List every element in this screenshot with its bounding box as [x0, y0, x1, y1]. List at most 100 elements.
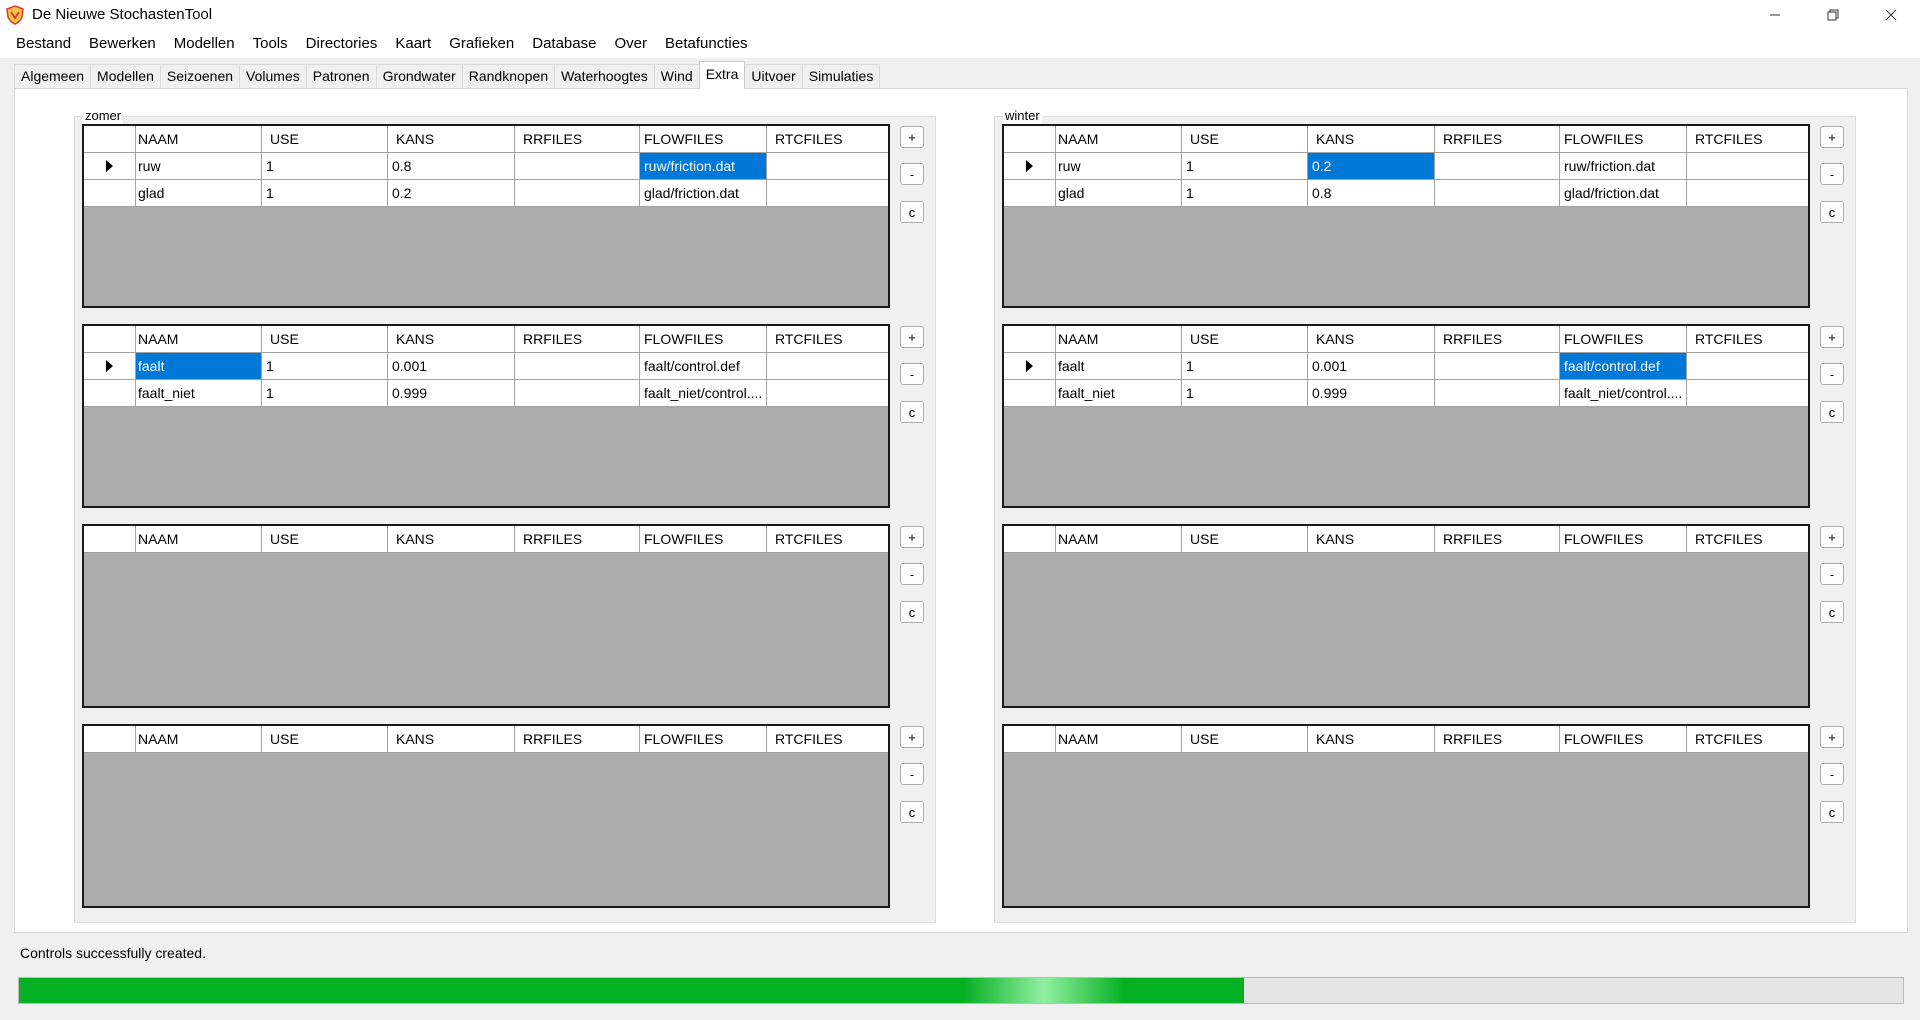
column-header-rtcfiles[interactable]: RTCFILES — [1687, 526, 1808, 552]
tab-patronen[interactable]: Patronen — [305, 64, 377, 88]
tab-simulaties[interactable]: Simulaties — [801, 64, 881, 88]
add-row-button[interactable]: + — [900, 326, 924, 348]
cell-flowfiles[interactable]: glad/friction.dat — [1560, 180, 1687, 206]
cell-flowfiles[interactable]: ruw/friction.dat — [1560, 153, 1687, 179]
cell-flowfiles[interactable]: faalt/control.def — [1560, 353, 1687, 379]
column-header-use[interactable]: USE — [1182, 326, 1308, 352]
minimize-button[interactable] — [1746, 0, 1804, 29]
cell-kans[interactable]: 0.8 — [388, 153, 515, 179]
menu-modellen[interactable]: Modellen — [165, 29, 244, 58]
cell-rrfiles[interactable] — [515, 180, 640, 206]
cell-kans[interactable]: 0.8 — [1308, 180, 1435, 206]
column-header-rrfiles[interactable]: RRFILES — [1435, 126, 1560, 152]
column-header-rtcfiles[interactable]: RTCFILES — [1687, 126, 1808, 152]
tab-algemeen[interactable]: Algemeen — [14, 64, 92, 88]
tab-waterhoogtes[interactable]: Waterhoogtes — [554, 64, 655, 88]
column-header-naam[interactable]: NAAM — [136, 126, 262, 152]
menu-bewerken[interactable]: Bewerken — [80, 29, 165, 58]
add-row-button[interactable]: + — [1820, 526, 1844, 548]
add-row-button[interactable]: + — [1820, 326, 1844, 348]
cell-rtcfiles[interactable] — [1687, 380, 1808, 406]
column-header-kans[interactable]: KANS — [1308, 726, 1435, 752]
column-header-rrfiles[interactable]: RRFILES — [1435, 326, 1560, 352]
cell-naam[interactable]: faalt — [1056, 353, 1182, 379]
close-button[interactable] — [1862, 0, 1920, 29]
table-row[interactable]: faalt_niet 1 0.999 faalt_niet/control.... — [1004, 380, 1808, 407]
table-row[interactable]: ruw 1 0.2 ruw/friction.dat — [1004, 153, 1808, 180]
table-row[interactable]: faalt 1 0.001 faalt/control.def — [1004, 353, 1808, 380]
column-header-rrfiles[interactable]: RRFILES — [515, 126, 640, 152]
column-header-use[interactable]: USE — [262, 526, 388, 552]
column-header-rrfiles[interactable]: RRFILES — [1435, 526, 1560, 552]
row-header[interactable] — [1004, 353, 1056, 379]
column-header-use[interactable]: USE — [1182, 526, 1308, 552]
cell-naam[interactable]: ruw — [1056, 153, 1182, 179]
tab-uitvoer[interactable]: Uitvoer — [744, 64, 803, 88]
column-header-rtcfiles[interactable]: RTCFILES — [767, 326, 888, 352]
column-header-kans[interactable]: KANS — [388, 726, 515, 752]
data-grid-zomer-1[interactable]: NAAM USE KANS RRFILES FLOWFILES RTCFILES ruw 1 0… — [82, 124, 890, 308]
table-row[interactable]: glad 1 0.8 glad/friction.dat — [1004, 180, 1808, 207]
table-row[interactable]: faalt_niet 1 0.999 faalt_niet/control.... — [84, 380, 888, 407]
data-grid-zomer-2[interactable]: NAAM USE KANS RRFILES FLOWFILES RTCFILES faalt… — [82, 324, 890, 508]
data-grid-winter-2[interactable]: NAAM USE KANS RRFILES FLOWFILES RTCFILES faalt… — [1002, 324, 1810, 508]
cell-naam[interactable]: glad — [1056, 180, 1182, 206]
column-header-rtcfiles[interactable]: RTCFILES — [767, 126, 888, 152]
cell-rtcfiles[interactable] — [767, 180, 888, 206]
menu-directories[interactable]: Directories — [297, 29, 387, 58]
column-header-rtcfiles[interactable]: RTCFILES — [1687, 326, 1808, 352]
column-header-kans[interactable]: KANS — [388, 526, 515, 552]
cell-rtcfiles[interactable] — [767, 153, 888, 179]
remove-row-button[interactable]: - — [1820, 763, 1844, 785]
remove-row-button[interactable]: - — [1820, 163, 1844, 185]
menu-kaart[interactable]: Kaart — [386, 29, 440, 58]
row-header[interactable] — [84, 180, 136, 206]
row-header[interactable] — [1004, 180, 1056, 206]
cell-rtcfiles[interactable] — [1687, 180, 1808, 206]
copy-row-button[interactable]: c — [900, 801, 924, 823]
cell-use[interactable]: 1 — [262, 153, 388, 179]
column-header-kans[interactable]: KANS — [1308, 526, 1435, 552]
cell-kans[interactable]: 0.999 — [1308, 380, 1435, 406]
data-grid-zomer-3[interactable]: NAAM USE KANS RRFILES FLOWFILES RTCFILES — [82, 524, 890, 708]
column-header-rtcfiles[interactable]: RTCFILES — [767, 526, 888, 552]
column-header-flowfiles[interactable]: FLOWFILES — [1560, 326, 1687, 352]
column-header-naam[interactable]: NAAM — [1056, 326, 1182, 352]
add-row-button[interactable]: + — [900, 126, 924, 148]
column-header-use[interactable]: USE — [262, 126, 388, 152]
cell-naam[interactable]: faalt_niet — [1056, 380, 1182, 406]
cell-flowfiles[interactable]: ruw/friction.dat — [640, 153, 767, 179]
column-header-flowfiles[interactable]: FLOWFILES — [640, 126, 767, 152]
column-header-use[interactable]: USE — [262, 326, 388, 352]
column-header-flowfiles[interactable]: FLOWFILES — [1560, 126, 1687, 152]
menu-betafuncties[interactable]: Betafuncties — [656, 29, 757, 58]
cell-use[interactable]: 1 — [1182, 153, 1308, 179]
column-header-rrfiles[interactable]: RRFILES — [515, 526, 640, 552]
table-row[interactable]: ruw 1 0.8 ruw/friction.dat — [84, 153, 888, 180]
column-header-rrfiles[interactable]: RRFILES — [515, 326, 640, 352]
remove-row-button[interactable]: - — [900, 763, 924, 785]
column-header-rrfiles[interactable]: RRFILES — [515, 726, 640, 752]
cell-kans[interactable]: 0.001 — [1308, 353, 1435, 379]
cell-flowfiles[interactable]: glad/friction.dat — [640, 180, 767, 206]
cell-flowfiles[interactable]: faalt/control.def — [640, 353, 767, 379]
copy-row-button[interactable]: c — [1820, 601, 1844, 623]
tab-volumes[interactable]: Volumes — [239, 64, 307, 88]
column-header-kans[interactable]: KANS — [1308, 126, 1435, 152]
cell-rrfiles[interactable] — [1435, 153, 1560, 179]
cell-flowfiles[interactable]: faalt_niet/control.... — [640, 380, 767, 406]
menu-grafieken[interactable]: Grafieken — [440, 29, 523, 58]
cell-kans[interactable]: 0.001 — [388, 353, 515, 379]
column-header-use[interactable]: USE — [1182, 126, 1308, 152]
column-header-naam[interactable]: NAAM — [1056, 526, 1182, 552]
column-header-flowfiles[interactable]: FLOWFILES — [640, 726, 767, 752]
column-header-naam[interactable]: NAAM — [136, 726, 262, 752]
add-row-button[interactable]: + — [900, 726, 924, 748]
column-header-flowfiles[interactable]: FLOWFILES — [1560, 526, 1687, 552]
tab-wind[interactable]: Wind — [653, 64, 700, 88]
column-header-flowfiles[interactable]: FLOWFILES — [640, 326, 767, 352]
cell-kans[interactable]: 0.2 — [388, 180, 515, 206]
column-header-rrfiles[interactable]: RRFILES — [1435, 726, 1560, 752]
row-header[interactable] — [1004, 153, 1056, 179]
table-row[interactable]: glad 1 0.2 glad/friction.dat — [84, 180, 888, 207]
